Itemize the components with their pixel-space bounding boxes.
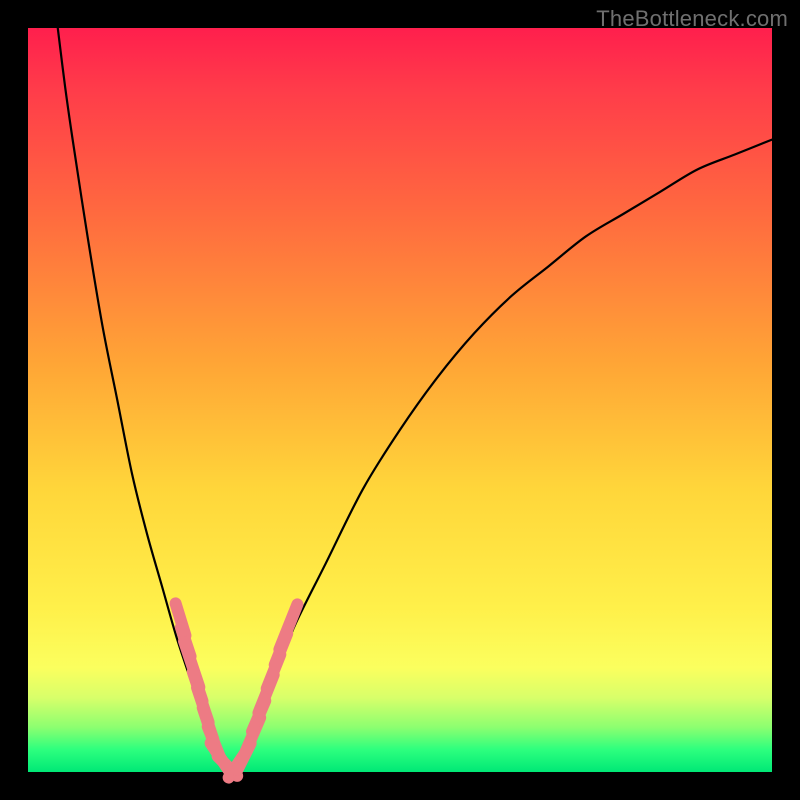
data-marker [272, 597, 304, 656]
curve-left-branch [58, 28, 229, 772]
chart-frame: TheBottleneck.com [0, 0, 800, 800]
plot-area [28, 28, 772, 772]
chart-svg [28, 28, 772, 772]
watermark-text: TheBottleneck.com [596, 6, 788, 32]
marker-group [169, 597, 305, 786]
curve-right-branch [229, 140, 772, 772]
